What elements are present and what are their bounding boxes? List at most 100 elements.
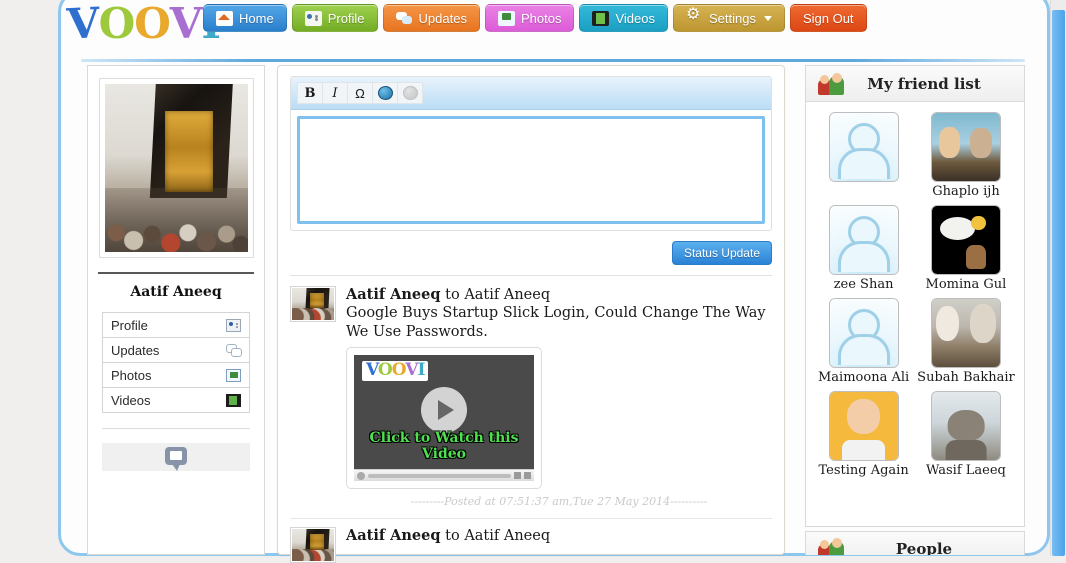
post-connector: to — [445, 528, 460, 545]
volume-icon[interactable] — [514, 472, 521, 480]
logo-letter-2: O — [98, 0, 136, 48]
status-update-button[interactable]: Status Update — [671, 241, 772, 265]
friend-avatar[interactable] — [930, 298, 1001, 368]
left-sidebar: Aatif Aneeq Profile Updates Photos Video… — [87, 65, 265, 555]
app-window: VOOVI Home Profile Updates Photos — [58, 0, 1050, 563]
play-icon[interactable] — [421, 386, 467, 433]
post-avatar[interactable] — [290, 286, 336, 322]
friend-name: Maimoona Ali — [818, 370, 910, 385]
feed-post: Aatif Aneeq to Aatif Aneeq — [290, 527, 772, 563]
video-controls[interactable] — [354, 469, 534, 482]
crowd-detail — [104, 188, 248, 252]
friend-name: Ghaplo ijh — [932, 184, 1000, 199]
crowd-detail — [292, 548, 334, 562]
friend-avatar[interactable] — [930, 391, 1001, 461]
bold-button[interactable]: B — [297, 82, 323, 104]
video-screen[interactable]: VOOVI Click to Watch this Video — [354, 355, 534, 470]
logo-letter-1: V — [65, 0, 100, 49]
feed-post: Aatif Aneeq to Aatif Aneeq Google Buys S… — [290, 286, 772, 512]
sidebar-item-profile[interactable]: Profile — [102, 312, 250, 338]
post-avatar[interactable] — [290, 527, 336, 563]
nav-item-updates[interactable]: Updates — [382, 4, 480, 32]
sidebar-item-videos[interactable]: Videos — [102, 387, 250, 413]
video-logo-letter-5: I — [417, 360, 425, 381]
video-progress-bar[interactable] — [368, 473, 511, 478]
film-icon — [592, 10, 610, 26]
video-logo-letter-2: O — [377, 360, 393, 381]
post-text: Google Buys Startup Slick Login, Could C… — [346, 305, 766, 340]
sidebar-extra-box[interactable] — [102, 443, 250, 471]
sidebar-item-photos[interactable]: Photos — [102, 362, 250, 388]
friend-item[interactable]: Subah Bakhair — [917, 298, 1015, 385]
friend-avatar[interactable] — [828, 391, 899, 461]
site-logo[interactable]: VOOVI — [65, 0, 221, 49]
film-icon — [226, 393, 241, 407]
logo-letter-4: V — [169, 0, 203, 48]
post-target[interactable]: Aatif Aneeq — [464, 528, 550, 544]
post-target[interactable]: Aatif Aneeq — [464, 287, 550, 303]
id-card-icon — [226, 318, 241, 332]
video-attachment[interactable]: VOOVI Click to Watch this Video — [346, 347, 542, 490]
second-panel: People — [805, 531, 1025, 555]
fullscreen-icon[interactable] — [524, 472, 531, 480]
friend-item[interactable] — [818, 112, 909, 199]
sidebar-label-profile: Profile — [111, 317, 148, 333]
nav-item-home[interactable]: Home — [203, 4, 287, 32]
nav-item-profile[interactable]: Profile — [291, 4, 378, 32]
crowd-detail — [292, 307, 334, 320]
video-watermark-logo: VOOVI — [362, 360, 429, 381]
status-input[interactable] — [297, 116, 765, 224]
chevron-down-icon — [763, 15, 772, 21]
nav-item-sign-out[interactable]: Sign Out — [789, 4, 867, 32]
special-character-button[interactable]: Ω — [347, 82, 373, 104]
globe-disabled-icon — [402, 86, 418, 100]
italic-button[interactable]: I — [322, 82, 348, 104]
kaaba-photo-thumb — [292, 288, 334, 320]
page-scrollbar[interactable] — [1050, 0, 1066, 556]
photo-icon — [226, 368, 241, 382]
sidebar-item-updates[interactable]: Updates — [102, 337, 250, 363]
friend-item[interactable]: zee Shan — [818, 205, 909, 292]
friend-item[interactable]: Momina Gul — [917, 205, 1015, 292]
friend-avatar[interactable] — [828, 298, 899, 368]
nav-label-updates: Updates — [418, 10, 467, 26]
chat-bubbles-icon — [395, 11, 413, 26]
friend-avatar[interactable] — [930, 112, 1001, 182]
play-control-icon[interactable] — [357, 471, 365, 480]
second-panel-header: People — [806, 532, 1024, 555]
nav-item-videos[interactable]: Videos — [579, 4, 668, 32]
post-author[interactable]: Aatif Aneeq — [346, 286, 441, 303]
nav-label-home: Home — [239, 10, 274, 26]
nav-item-settings[interactable]: Settings — [672, 4, 785, 32]
gear-icon — [686, 7, 703, 26]
globe-icon — [377, 86, 393, 100]
group-photo — [931, 299, 1000, 367]
insert-link-button[interactable] — [372, 82, 398, 104]
speech-bubble-icon — [165, 447, 187, 471]
scrollbar-thumb[interactable] — [1052, 10, 1065, 556]
post-body: Aatif Aneeq to Aatif Aneeq — [346, 527, 772, 563]
status-composer: B I Ω — [290, 76, 772, 231]
post-author[interactable]: Aatif Aneeq — [346, 527, 441, 544]
placeholder-person-icon — [829, 299, 898, 367]
kaaba-photo-thumb — [292, 529, 334, 562]
profile-avatar[interactable] — [98, 78, 254, 258]
friend-avatar[interactable] — [828, 112, 899, 182]
friend-list-title: My friend list — [867, 74, 981, 93]
main-navigation: Home Profile Updates Photos Videos ⚙ Set… — [203, 4, 867, 32]
profile-name: Aatif Aneeq — [98, 272, 254, 300]
friend-item[interactable]: Maimoona Ali — [818, 298, 909, 385]
post-header: Aatif Aneeq to Aatif Aneeq — [346, 286, 772, 303]
friend-avatar[interactable] — [930, 205, 1001, 275]
unlink-button[interactable] — [397, 82, 423, 104]
sidebar-label-photos: Photos — [111, 367, 152, 383]
nav-item-photos[interactable]: Photos — [484, 4, 575, 32]
friend-item[interactable]: Wasif Laeeq — [917, 391, 1015, 478]
two-people-icon — [818, 72, 846, 95]
friend-avatar[interactable] — [828, 205, 899, 275]
composer-actions: Status Update — [290, 241, 772, 265]
friend-list-panel: My friend list Ghaplo ijh zee Shan Momin… — [805, 65, 1025, 527]
friend-item[interactable]: Ghaplo ijh — [917, 112, 1015, 199]
site-header: VOOVI Home Profile Updates Photos — [61, 0, 1047, 55]
friend-item[interactable]: Testing Again — [818, 391, 909, 478]
